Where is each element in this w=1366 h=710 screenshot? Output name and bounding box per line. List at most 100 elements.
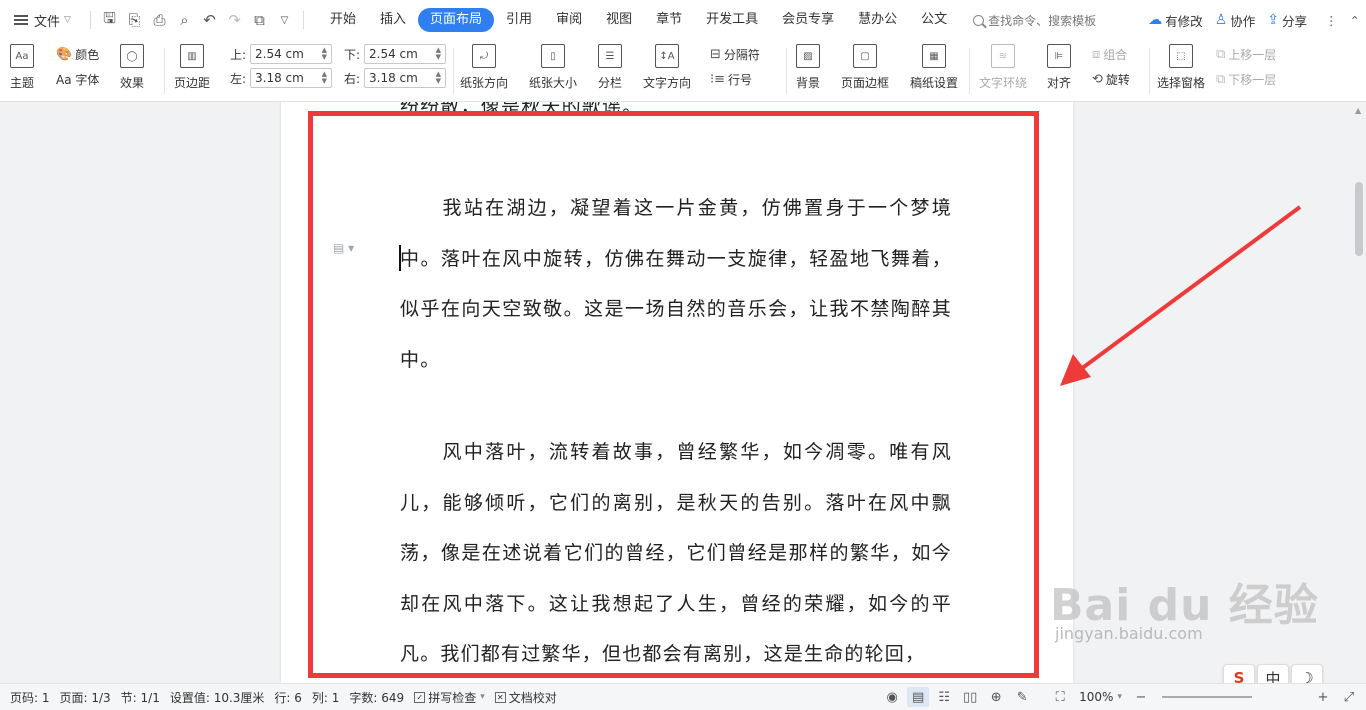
margin-left-field[interactable]: 3.18 cm ▲ ▼: [250, 68, 332, 88]
proofread-icon: ✕: [494, 691, 506, 703]
save-icon[interactable]: 🖫: [97, 8, 122, 32]
margins-button[interactable]: ▥ 页边距: [174, 44, 210, 91]
font-button[interactable]: Aa 字体: [56, 71, 99, 88]
zoom-slider[interactable]: [1162, 696, 1252, 698]
line-numbers-label: 行号: [728, 73, 753, 87]
tab-chapter[interactable]: 章节: [644, 8, 694, 32]
scrollbar-thumb[interactable]: [1355, 182, 1363, 256]
effect-icon: ◯: [120, 44, 144, 68]
margin-top-field[interactable]: 2.54 cm ▲ ▼: [250, 44, 332, 64]
columns-label: 分栏: [598, 76, 623, 90]
scroll-up-icon[interactable]: ▲: [1355, 106, 1361, 115]
spinner-icon[interactable]: ▲ ▼: [322, 71, 327, 85]
spinner-icon[interactable]: ▲ ▼: [436, 47, 441, 61]
divider: [164, 48, 165, 94]
wrap-text-button[interactable]: ≋ 文字环绕: [979, 44, 1027, 91]
reading-view-icon[interactable]: ▯▯: [959, 687, 981, 707]
tab-page-layout[interactable]: 页面布局: [418, 8, 495, 32]
customize-toolbar-icon[interactable]: ▽: [272, 8, 297, 32]
undo-icon[interactable]: ↶: [197, 8, 222, 32]
file-menu-button[interactable]: 文件 ▽: [0, 0, 84, 40]
margin-right-row: 右: 3.18 cm ▲ ▼: [344, 68, 446, 88]
sogou-logo-icon[interactable]: S: [1223, 664, 1255, 683]
theme-button[interactable]: Aa 主题: [10, 44, 34, 91]
tab-view[interactable]: 视图: [594, 8, 644, 32]
status-row[interactable]: 行: 6: [274, 689, 302, 706]
zoom-in-icon[interactable]: +: [1312, 687, 1334, 707]
modify-button[interactable]: ☁ 有修改: [1148, 11, 1203, 30]
align-button[interactable]: ⊫ 对齐: [1047, 44, 1071, 91]
color-button[interactable]: 🎨 颜色: [56, 46, 99, 63]
tab-references[interactable]: 引用: [494, 8, 544, 32]
zoom-out-icon[interactable]: −: [1130, 687, 1152, 707]
margin-bottom-field[interactable]: 2.54 cm ▲ ▼: [364, 44, 446, 64]
tab-smart-office[interactable]: 慧办公: [846, 8, 909, 32]
margin-top-row: 上: 2.54 cm ▲ ▼: [230, 44, 332, 64]
tab-member[interactable]: 会员专享: [770, 8, 846, 32]
status-word-count[interactable]: 字数: 649: [349, 689, 404, 706]
fullscreen-icon[interactable]: ⤢: [1338, 687, 1360, 707]
write-view-icon[interactable]: ✎: [1011, 687, 1033, 707]
fit-page-icon[interactable]: ⛶: [1049, 687, 1071, 707]
status-setting[interactable]: 设置值: 10.3厘米: [170, 689, 265, 706]
print-preview-icon[interactable]: ⌕: [172, 8, 197, 32]
send-backward-button[interactable]: ⧉ 下移一层: [1216, 71, 1276, 88]
redo-icon[interactable]: ↷: [222, 8, 247, 32]
paper-size-button[interactable]: ▯ 纸张大小: [529, 44, 577, 91]
margin-right-field[interactable]: 3.18 cm ▲ ▼: [364, 68, 446, 88]
web-view-icon[interactable]: ⊕: [985, 687, 1007, 707]
manuscript-settings-button[interactable]: ▦ 稿纸设置: [910, 44, 958, 91]
proofread-button[interactable]: ✕ 文档校对: [494, 689, 557, 706]
orientation-button[interactable]: ⤾ 纸张方向: [460, 44, 508, 91]
export-pdf-icon[interactable]: ⎘: [122, 8, 147, 32]
ime-language-toggle[interactable]: 中: [1257, 664, 1289, 683]
spinner-icon[interactable]: ▲ ▼: [436, 71, 441, 85]
tab-home[interactable]: 开始: [318, 8, 368, 32]
background-button[interactable]: ▨ 背景: [796, 44, 820, 91]
bring-forward-icon: ⧉: [1216, 47, 1226, 62]
eye-protection-icon[interactable]: ◉: [881, 687, 903, 707]
group-button[interactable]: ⧈ 组合: [1092, 46, 1127, 63]
checkbox-icon: ✓: [414, 691, 426, 703]
collab-button[interactable]: ♙ 协作: [1215, 11, 1256, 30]
divider: [786, 48, 787, 94]
paper-size-icon: ▯: [541, 44, 565, 68]
status-section[interactable]: 节: 1/1: [121, 689, 160, 706]
status-pages[interactable]: 页面: 1/3: [60, 689, 111, 706]
line-numbers-button[interactable]: ⁝≡ 行号: [710, 71, 752, 88]
page-view-icon[interactable]: ▤: [907, 687, 930, 707]
print-icon[interactable]: ⎙: [147, 8, 172, 32]
command-search[interactable]: 查找命令、搜索模板: [973, 12, 1133, 29]
tab-review[interactable]: 审阅: [544, 8, 594, 32]
red-arrow-icon: [1060, 205, 1302, 386]
more-icon[interactable]: ⋮: [1325, 13, 1338, 28]
selection-pane-button[interactable]: ⬚ 选择窗格: [1157, 44, 1205, 91]
page-border-button[interactable]: ▢ 页面边框: [841, 44, 889, 91]
bring-forward-button[interactable]: ⧉ 上移一层: [1216, 46, 1276, 63]
breaks-button[interactable]: ⊟ 分隔符: [710, 46, 760, 63]
margin-top-value: 2.54 cm: [255, 47, 304, 61]
tab-official-doc[interactable]: 公文: [909, 8, 959, 32]
collapse-ribbon-icon[interactable]: ⌃: [1350, 13, 1360, 28]
moon-icon[interactable]: ☽: [1291, 664, 1323, 683]
outline-view-icon[interactable]: ☷: [933, 687, 955, 707]
vertical-scrollbar[interactable]: ▲: [1352, 102, 1366, 683]
effect-button[interactable]: ◯ 效果: [120, 44, 144, 91]
text-direction-button[interactable]: ↕A 文字方向: [643, 44, 691, 91]
zoom-level-dropdown[interactable]: 100% ▾: [1079, 690, 1122, 704]
spellcheck-button[interactable]: ✓ 拼写检查 ▾: [414, 689, 485, 706]
format-painter-icon[interactable]: ⧉: [247, 8, 272, 32]
tab-insert[interactable]: 插入: [368, 8, 418, 32]
document-workspace: 纷纷散，像是秋天的歌谣。 ▤ ▾ 我站在湖边，凝望着这一片金黄，仿佛置身于一个梦…: [0, 102, 1366, 683]
margin-left-label: 左:: [230, 71, 247, 86]
spinner-icon[interactable]: ▲ ▼: [322, 47, 327, 61]
modify-label: 有修改: [1165, 13, 1203, 29]
rotate-button[interactable]: ⟲ 旋转: [1092, 71, 1130, 88]
status-page-number[interactable]: 页码: 1: [10, 689, 50, 706]
status-col[interactable]: 列: 1: [312, 689, 340, 706]
red-highlight-box: [308, 111, 1039, 678]
tab-developer[interactable]: 开发工具: [694, 8, 770, 32]
share-button[interactable]: ⇪ 分享: [1267, 11, 1307, 30]
columns-button[interactable]: ☰ 分栏: [598, 44, 622, 91]
palette-icon: 🎨: [56, 47, 73, 62]
